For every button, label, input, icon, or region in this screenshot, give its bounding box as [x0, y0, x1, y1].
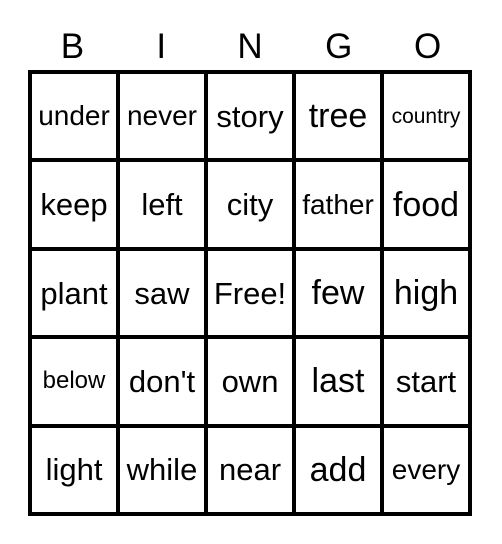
bingo-cell[interactable]: every — [384, 427, 468, 513]
bingo-cell-label: country — [391, 104, 461, 128]
bingo-cell-label: light — [45, 452, 103, 488]
bingo-row: below don't own last start — [32, 339, 468, 428]
bingo-header-letter-o: O — [413, 26, 442, 66]
bingo-cell[interactable]: left — [120, 162, 208, 247]
bingo-cell[interactable]: own — [208, 339, 296, 424]
bingo-cell[interactable]: light — [32, 427, 120, 513]
bingo-cell-label: plant — [40, 275, 108, 311]
bingo-cell-label: near — [218, 452, 282, 488]
bingo-header-letter-i: I — [156, 26, 167, 66]
bingo-cell[interactable]: father — [296, 162, 384, 247]
bingo-cell-label: left — [141, 187, 183, 223]
bingo-cell-label: story — [216, 98, 284, 134]
bingo-row: plant saw Free! few high — [32, 250, 468, 340]
bingo-cell[interactable]: never — [120, 74, 208, 159]
bingo-cell[interactable]: under — [32, 74, 120, 159]
bingo-cell[interactable]: near — [208, 427, 296, 513]
bingo-free-space-cell[interactable]: Free! — [208, 250, 296, 336]
bingo-cell[interactable]: plant — [32, 250, 120, 336]
bingo-cell[interactable]: last — [296, 339, 384, 424]
bingo-row: under never story tree country — [32, 74, 468, 163]
bingo-cell-label: tree — [308, 97, 368, 136]
bingo-cell[interactable]: few — [296, 250, 384, 336]
bingo-row: light while near add every — [32, 427, 468, 513]
bingo-header-letter-g: G — [325, 26, 353, 66]
bingo-cell[interactable]: below — [32, 339, 120, 424]
bingo-cell-label: father — [302, 188, 374, 220]
bingo-cell-label: own — [221, 363, 279, 399]
bingo-cell-label: food — [392, 185, 460, 224]
bingo-header-row: B I N G O — [28, 24, 472, 68]
bingo-card: B I N G O under never story tree country… — [0, 0, 502, 544]
bingo-cell-label: saw — [134, 275, 190, 311]
bingo-cell[interactable]: city — [208, 162, 296, 247]
bingo-header-letter-n: N — [237, 26, 263, 66]
bingo-cell[interactable]: food — [384, 162, 468, 247]
bingo-cell-label: under — [38, 100, 110, 132]
bingo-cell[interactable]: high — [384, 250, 468, 336]
bingo-cell[interactable]: country — [384, 74, 468, 159]
bingo-cell[interactable]: story — [208, 74, 296, 159]
bingo-cell-label: don't — [128, 363, 196, 399]
bingo-cell[interactable]: while — [120, 427, 208, 513]
bingo-cell-label: city — [226, 187, 274, 223]
bingo-cell-label: high — [393, 274, 459, 313]
bingo-grid: under never story tree country keep left… — [28, 70, 472, 516]
bingo-cell-label: few — [311, 274, 365, 313]
bingo-cell[interactable]: tree — [296, 74, 384, 159]
bingo-cell-label: while — [126, 452, 198, 488]
bingo-cell-label: last — [311, 362, 365, 401]
bingo-cell[interactable]: keep — [32, 162, 120, 247]
bingo-cell[interactable]: add — [296, 427, 384, 513]
bingo-cell-label: every — [391, 453, 461, 485]
bingo-cell[interactable]: don't — [120, 339, 208, 424]
bingo-cell-label: start — [395, 363, 457, 399]
bingo-free-space-label: Free! — [213, 275, 287, 311]
bingo-row: keep left city father food — [32, 162, 468, 251]
bingo-cell-label: keep — [40, 187, 108, 223]
bingo-cell-label: never — [126, 100, 198, 132]
bingo-header-letter-b: B — [60, 26, 85, 66]
bingo-cell-label: add — [309, 450, 367, 489]
bingo-cell[interactable]: saw — [120, 250, 208, 336]
bingo-cell[interactable]: start — [384, 339, 468, 424]
bingo-cell-label: below — [42, 367, 106, 395]
